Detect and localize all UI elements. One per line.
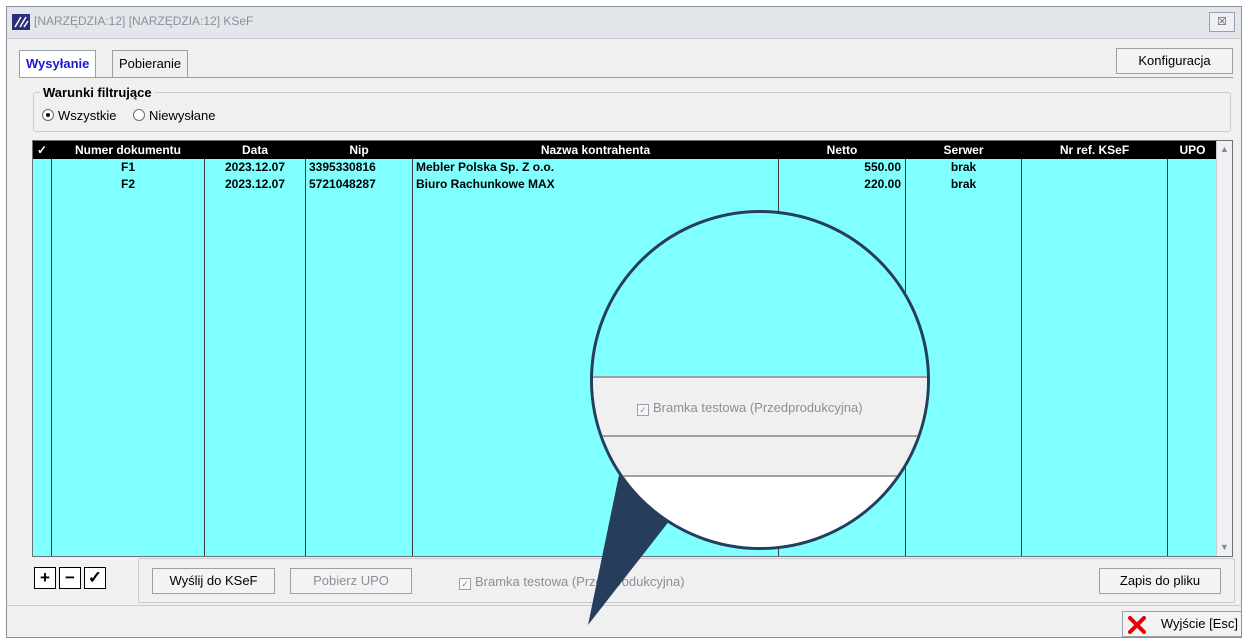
radio-empty-icon [133,109,145,121]
close-button[interactable]: ☒ [1209,12,1235,32]
cell-net: 550.00 [864,160,901,174]
cell-upo [1168,159,1217,176]
magnifier-callout: ✓ Bramka testowa (Przedprodukcyjna) [590,210,930,550]
cell-net: 220.00 [864,177,901,191]
filter-group: Warunki filtrujące Wszystkie Niewysłane [33,85,1231,132]
title-bar: [NARZĘDZIA:12] [NARZĘDZIA:12] KSeF ☒ [7,7,1241,39]
save-to-file-button[interactable]: Zapis do pliku [1099,568,1221,594]
magnified-label: Bramka testowa (Przedprodukcyjna) [653,400,863,415]
tab-pobieranie[interactable]: Pobieranie [112,50,189,78]
header-date[interactable]: Data [205,141,305,159]
header-check[interactable]: ✓ [33,141,51,159]
column-divider [1021,141,1022,556]
cell-nip: 5721048287 [309,177,376,191]
cell-name: Biuro Rachunkowe MAX [416,177,555,191]
vertical-scrollbar[interactable]: ▲ ▼ [1216,141,1232,556]
config-button[interactable]: Konfiguracja [1116,48,1233,74]
red-x-icon [1128,616,1146,634]
window-title: [NARZĘDZIA:12] [NARZĘDZIA:12] KSeF [34,14,254,28]
remove-row-button[interactable]: − [59,567,81,589]
tab-wysylanie[interactable]: Wysyłanie [19,50,97,78]
confirm-button[interactable]: ✓ [84,567,106,589]
checkbox-checked-icon: ✓ [459,578,471,590]
radio-all-label: Wszystkie [58,108,117,123]
magnified-test-gateway-checkbox: ✓ Bramka testowa (Przedprodukcyjna) [637,400,863,416]
scroll-up-icon[interactable]: ▲ [1218,142,1231,157]
magnifier-panel [593,475,927,547]
radio-unsent[interactable]: Niewysłane [133,108,215,123]
cell-ref [1022,176,1167,193]
cell-server: brak [950,177,977,191]
header-ref[interactable]: Nr ref. KSeF [1022,141,1167,159]
tab-divider [19,77,1233,78]
cell-date: 2023.12.07 [224,160,286,174]
header-name[interactable]: Nazwa kontrahenta [413,141,778,159]
cell-nip: 3395330816 [309,160,376,174]
header-net[interactable]: Netto [779,141,905,159]
grid-header: ✓ Numer dokumentu Data Nip Nazwa kontrah… [33,141,1217,159]
column-divider [51,141,52,556]
table-row[interactable]: F1 2023.12.07 3395330816 Mebler Polska S… [33,159,1217,176]
radio-unsent-label: Niewysłane [149,108,216,123]
header-number[interactable]: Numer dokumentu [52,141,204,159]
exit-button[interactable]: Wyjście [Esc] [1122,611,1241,637]
cell-number: F1 [120,160,135,174]
header-server[interactable]: Serwer [906,141,1021,159]
column-divider [305,141,306,556]
radio-selected-icon [42,109,54,121]
column-divider [412,141,413,556]
cell-date: 2023.12.07 [224,177,286,191]
column-divider [204,141,205,556]
header-upo[interactable]: UPO [1168,141,1217,159]
add-row-button[interactable]: + [34,567,56,589]
cell-number: F2 [120,177,135,191]
scroll-down-icon[interactable]: ▼ [1218,540,1231,555]
app-logo-icon [12,14,30,30]
filter-legend: Warunki filtrujące [40,85,155,100]
cell-upo [1168,176,1217,193]
get-upo-button[interactable]: Pobierz UPO [290,568,412,594]
header-nip[interactable]: Nip [306,141,412,159]
column-divider [1167,141,1168,556]
send-to-ksef-button[interactable]: Wyślij do KSeF [152,568,275,594]
cell-ref [1022,159,1167,176]
cell-server: brak [950,160,977,174]
table-row[interactable]: F2 2023.12.07 5721048287 Biuro Rachunkow… [33,176,1217,193]
cell-name: Mebler Polska Sp. Z o.o. [416,160,555,174]
magnifier-panel [593,435,927,477]
exit-label: Wyjście [Esc] [1160,616,1238,631]
checkbox-checked-icon: ✓ [637,404,649,416]
radio-all[interactable]: Wszystkie [42,108,117,123]
